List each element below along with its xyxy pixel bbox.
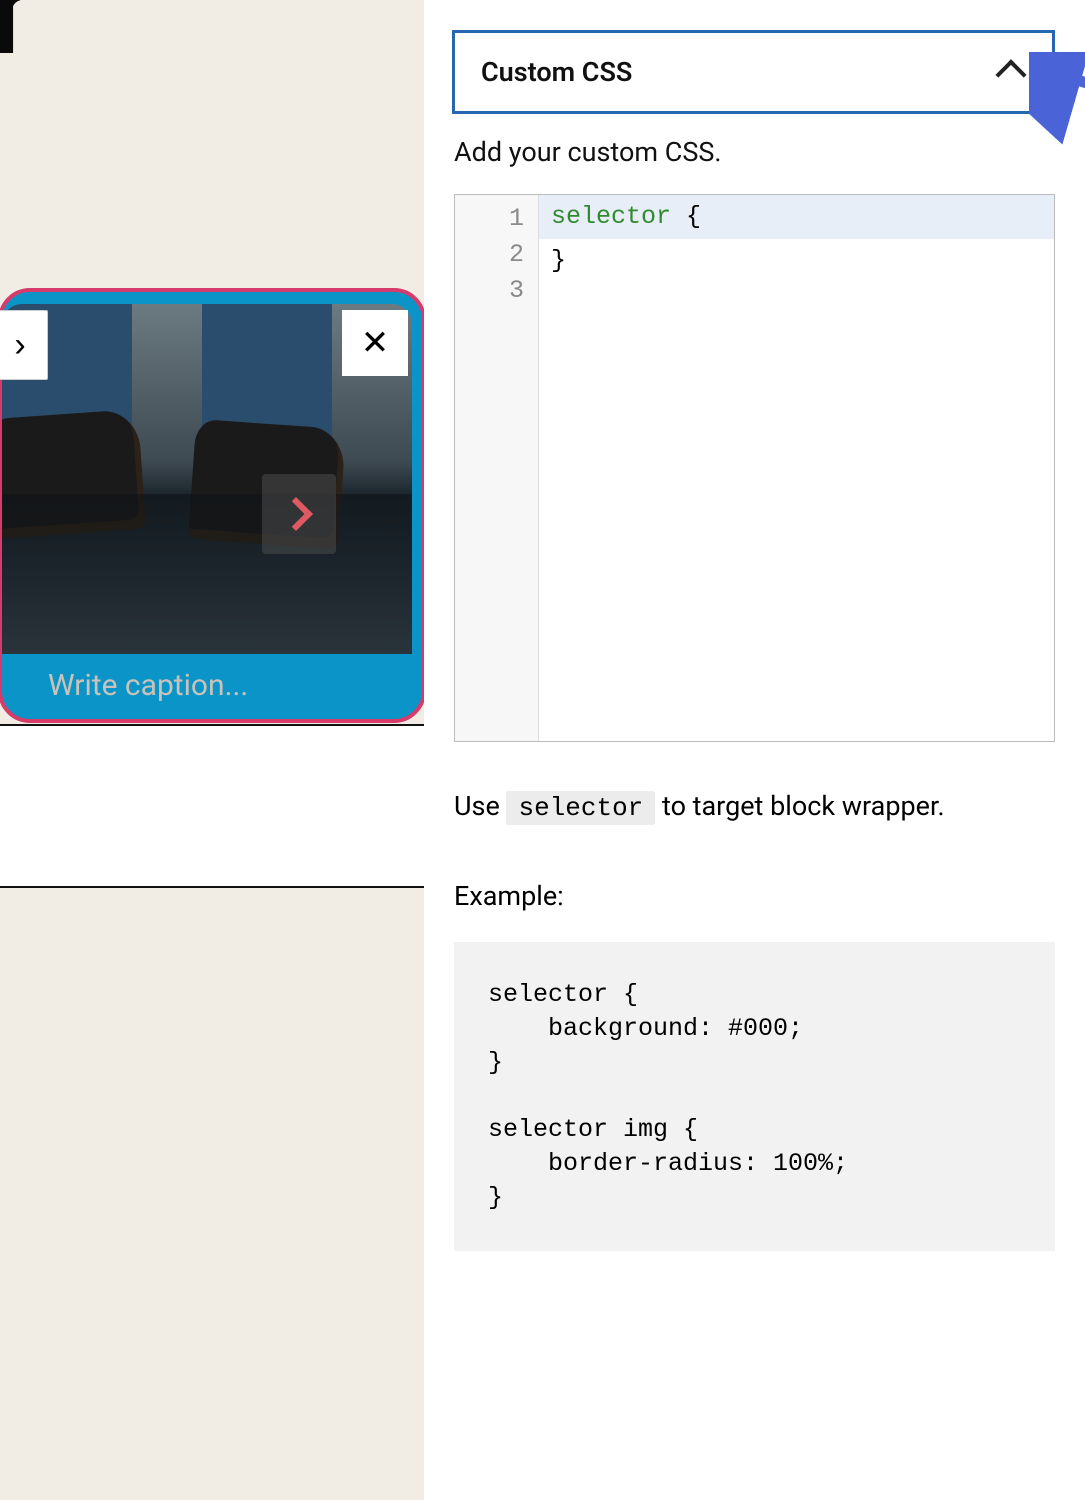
chevron-right-icon[interactable]: › — [0, 310, 48, 380]
line-gutter: 1 2 3 — [455, 195, 539, 741]
image-block-selected[interactable]: › ✕ Write caption... — [0, 288, 426, 723]
example-code-block: selector { background: #000; } selector … — [454, 942, 1055, 1250]
custom-css-panel-header[interactable]: Custom CSS — [452, 30, 1055, 114]
token-selector: selector — [551, 202, 671, 231]
close-icon[interactable]: ✕ — [342, 310, 408, 376]
css-code-editor[interactable]: 1 2 3 selector { } — [454, 194, 1055, 742]
page-title: To Our e — [0, 0, 32, 206]
code-line: selector { — [539, 195, 1054, 239]
hint-text: to target block wrapper. — [655, 790, 944, 822]
editor-canvas: To Our e › ✕ Write caption... — [0, 0, 424, 1500]
example-label: Example: — [454, 880, 1055, 912]
panel-description: Add your custom CSS. — [454, 136, 1055, 168]
custom-css-panel-body: Add your custom CSS. 1 2 3 selector { } … — [424, 114, 1085, 1251]
line-number: 1 — [455, 201, 524, 237]
selector-hint: Use selector to target block wrapper. — [454, 788, 1055, 826]
hint-text: Use — [454, 790, 506, 822]
code-line — [539, 283, 1054, 291]
selector-keyword: selector — [506, 791, 655, 825]
illustration — [2, 494, 412, 654]
code-area[interactable]: selector { } — [539, 195, 1054, 741]
code-line: } — [539, 239, 1054, 283]
empty-block[interactable] — [0, 724, 426, 888]
next-slide-button[interactable] — [262, 474, 336, 554]
token: { — [671, 202, 701, 231]
chevron-up-icon — [995, 59, 1026, 90]
line-number: 3 — [455, 273, 524, 309]
line-number: 2 — [455, 237, 524, 273]
settings-sidebar: Custom CSS Add your custom CSS. 1 2 3 se… — [424, 0, 1085, 1500]
caption-input[interactable]: Write caption... — [48, 668, 248, 703]
panel-title: Custom CSS — [481, 56, 632, 88]
